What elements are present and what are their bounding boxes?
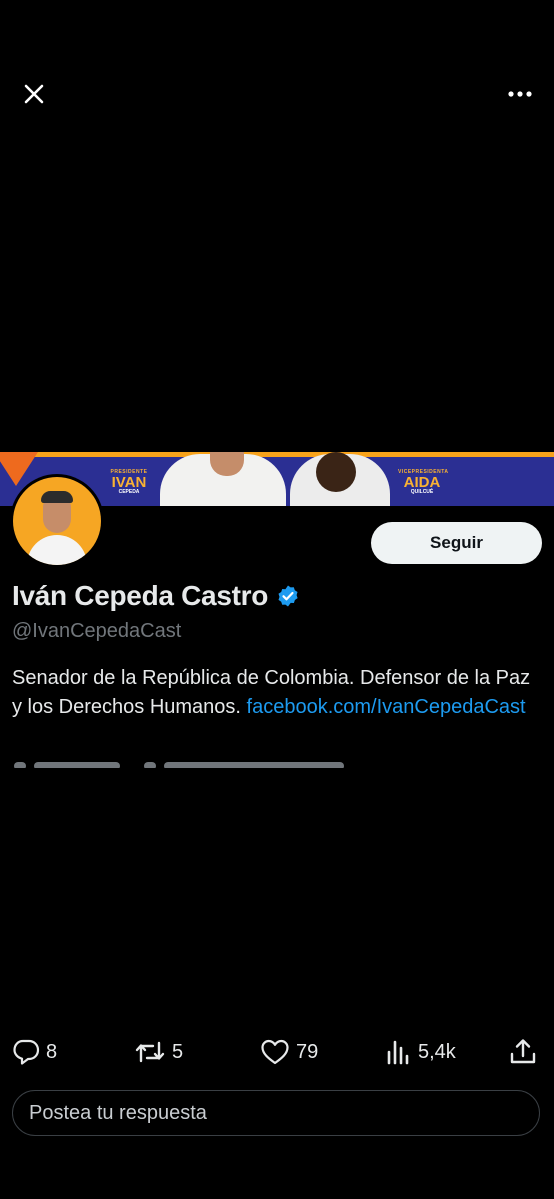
banner-left-text: PRESIDENTE IVAN CEPEDA	[108, 470, 150, 495]
views-chart-icon	[387, 1040, 409, 1065]
banner-left-name: IVAN	[111, 474, 147, 491]
reply-button[interactable]: 8	[12, 1036, 57, 1068]
views-button[interactable]: 5,4k	[386, 1036, 456, 1068]
verified-badge-icon	[278, 585, 298, 607]
name-row: Iván Cepeda Castro	[12, 580, 300, 612]
profile-meta-truncated	[12, 758, 352, 768]
profile-bio: Senador de la República de Colombia. Def…	[12, 664, 542, 722]
profile-card-image[interactable]: PRESIDENTE IVAN CEPEDA VICEPRESIDENTA AI…	[0, 452, 554, 768]
banner-person-1	[160, 452, 286, 506]
repost-button[interactable]: 5	[134, 1036, 183, 1068]
heart-icon	[261, 1039, 289, 1065]
reply-icon	[13, 1039, 40, 1065]
repost-count: 5	[172, 1040, 184, 1063]
reply-input[interactable]	[12, 1090, 540, 1136]
close-icon	[24, 84, 44, 104]
bio-link[interactable]: facebook.com/IvanCepedaCast	[247, 696, 526, 718]
banner-stripe	[0, 452, 554, 457]
close-button[interactable]	[14, 74, 54, 114]
banner-right-text: VICEPRESIDENTA AIDA QUILCUÉ	[398, 470, 448, 495]
like-button[interactable]: 79	[260, 1036, 318, 1068]
repost-icon	[135, 1041, 165, 1063]
banner-person-2	[290, 452, 390, 506]
user-handle: @IvanCepedaCast	[12, 620, 182, 642]
display-name: Iván Cepeda Castro	[12, 580, 269, 611]
more-horizontal-icon	[508, 91, 532, 97]
views-count: 5,4k	[418, 1040, 456, 1063]
share-button[interactable]	[508, 1036, 538, 1068]
like-count: 79	[296, 1040, 319, 1063]
reply-count: 8	[46, 1040, 58, 1063]
share-upload-icon	[510, 1039, 536, 1064]
follow-button[interactable]: Seguir	[371, 522, 542, 564]
banner-right-name: AIDA	[403, 474, 441, 491]
more-options-button[interactable]	[500, 74, 540, 114]
avatar[interactable]	[10, 474, 104, 568]
avatar-photo	[13, 477, 101, 565]
